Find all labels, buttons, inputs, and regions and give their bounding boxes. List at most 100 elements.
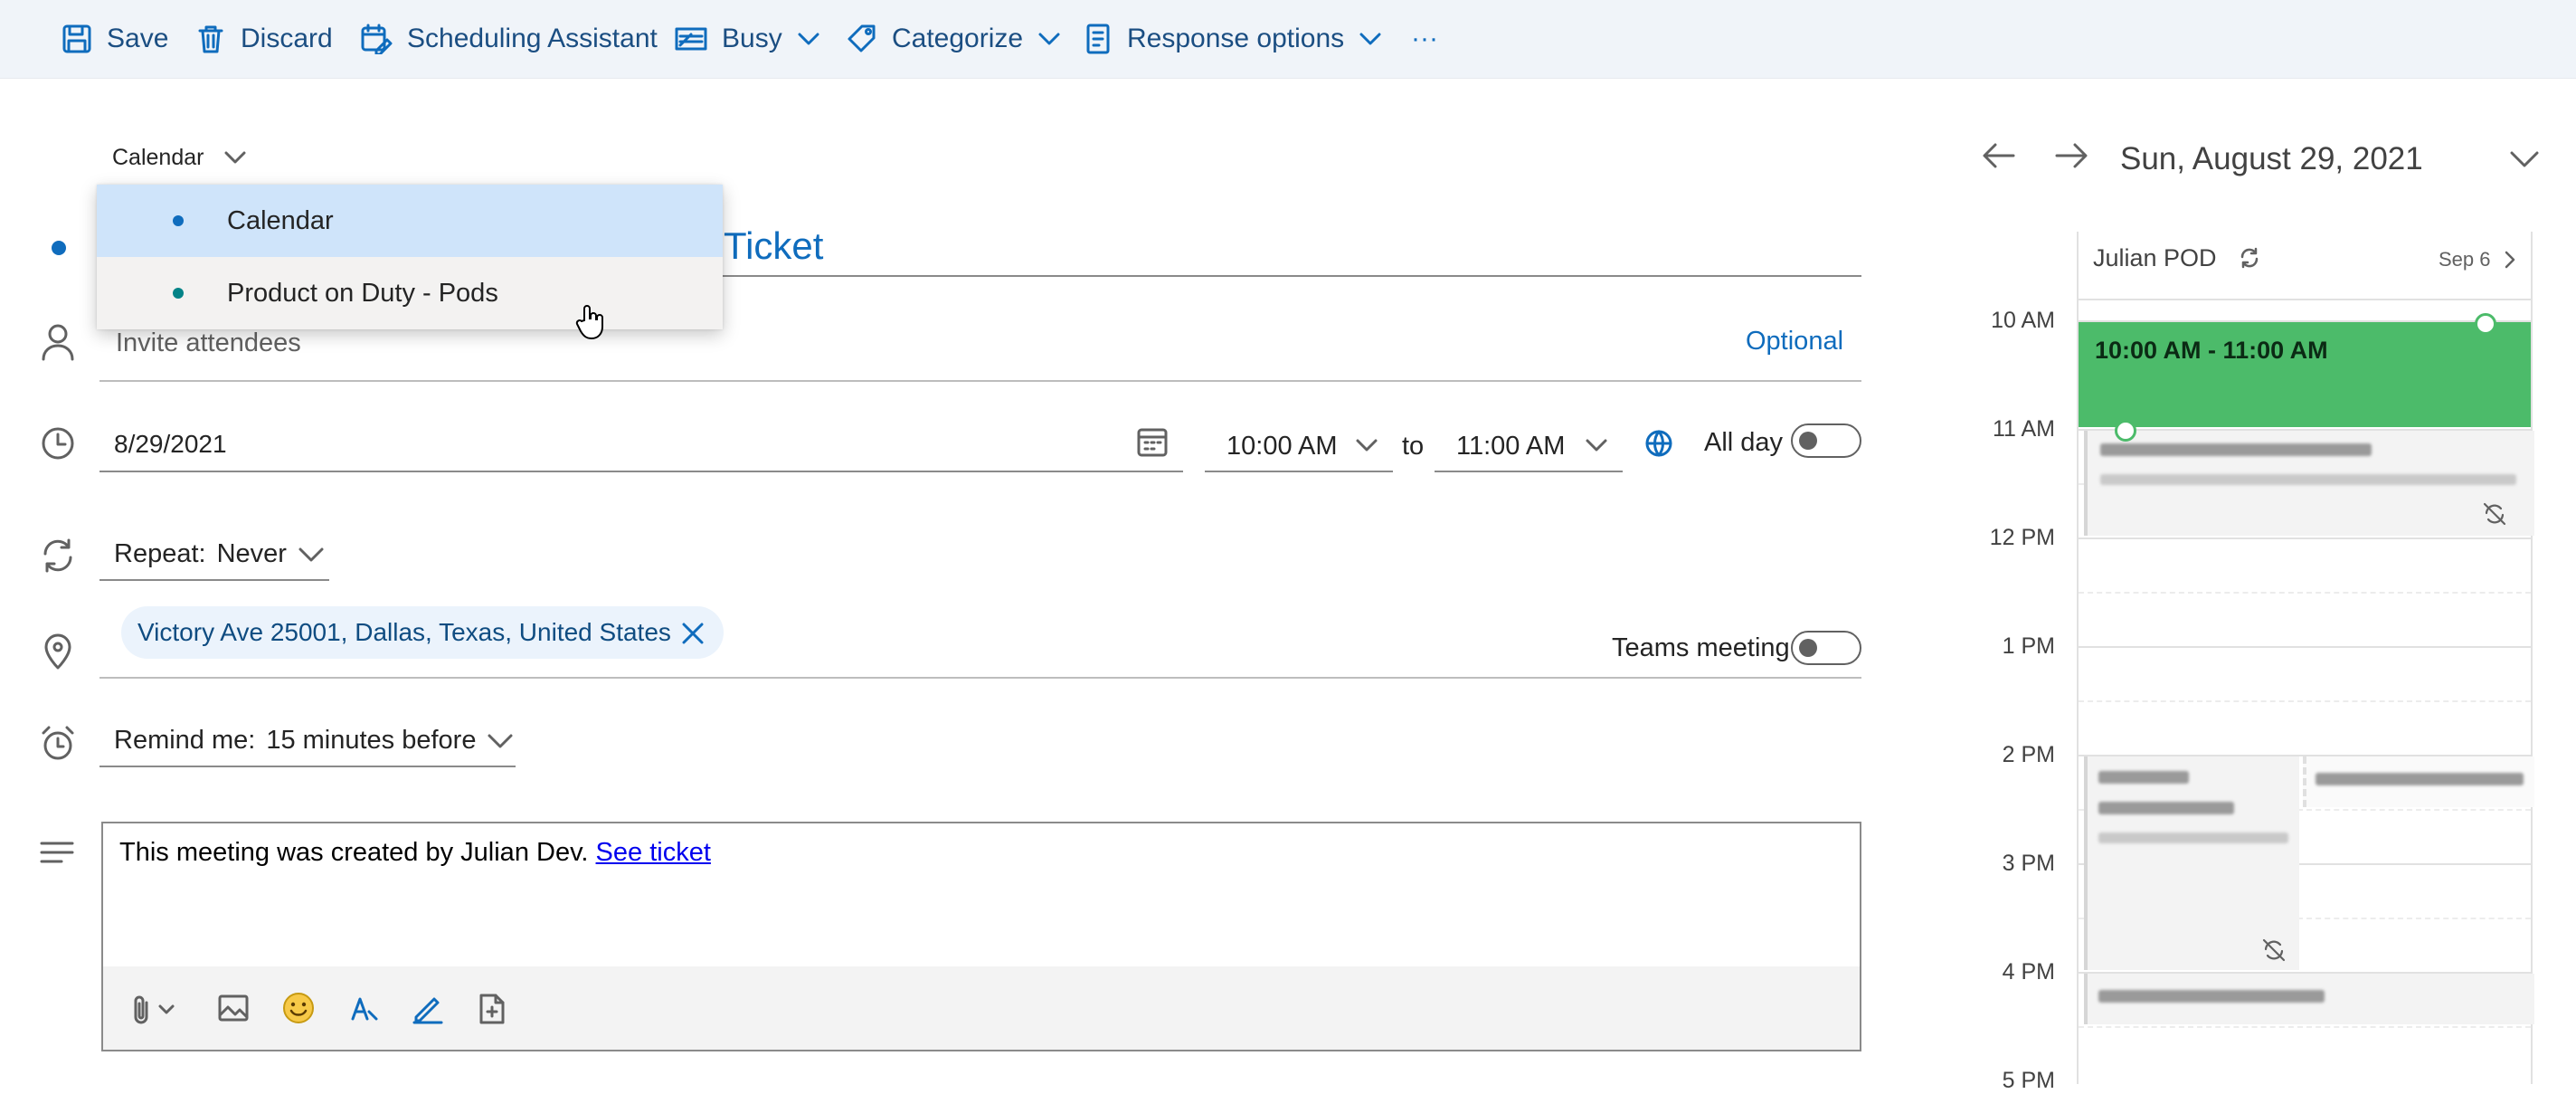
hand-cursor-icon: [575, 304, 604, 340]
to-label: to: [1402, 432, 1425, 461]
time-label: 4 PM: [2002, 959, 2055, 985]
remind-label: Remind me:: [114, 726, 256, 755]
sync-icon: [2238, 246, 2261, 270]
start-time-input[interactable]: 10:00 AM: [1226, 432, 1338, 461]
previous-day-button[interactable]: [1981, 141, 2017, 170]
teams-meeting-label: Teams meeting: [1612, 633, 1790, 662]
busy-status-icon: [675, 25, 707, 52]
calendar-name: Julian POD: [2093, 244, 2217, 271]
calendar-option-product-on-duty[interactable]: Product on Duty - Pods: [97, 257, 723, 329]
remove-location-close-icon[interactable]: [680, 621, 706, 646]
response-options-dropdown[interactable]: Response options: [1085, 0, 1382, 78]
calendar-selector-label: Calendar: [112, 144, 204, 170]
repeat-value: Never: [216, 539, 287, 568]
all-day-label: All day: [1704, 428, 1784, 457]
time-label: 10 AM: [1991, 308, 2055, 333]
person-icon: [38, 322, 78, 362]
body-text-content: This meeting was created by Julian Dev.: [119, 838, 589, 867]
new-event-block[interactable]: 10:00 AM - 11:00 AM: [2079, 322, 2531, 427]
end-time-input[interactable]: 11:00 AM: [1456, 432, 1565, 461]
invite-attendees-input[interactable]: Invite attendees: [116, 328, 301, 358]
chevron-down-icon: [157, 1004, 175, 1016]
teams-meeting-toggle[interactable]: [1791, 631, 1861, 665]
repeat-label: Repeat:: [114, 539, 206, 568]
more-options-button[interactable]: ···: [1411, 0, 1438, 78]
existing-event-blurred[interactable]: [2084, 974, 2534, 1024]
format-painter-icon[interactable]: [347, 992, 380, 1024]
insert-picture-icon[interactable]: [217, 994, 250, 1023]
blurred-text: [2100, 474, 2516, 485]
chevron-down-icon[interactable]: [1585, 438, 1608, 452]
time-label: 12 PM: [1989, 525, 2055, 550]
toggle-knob: [1799, 432, 1817, 450]
day-view-date-title[interactable]: Sun, August 29, 2021: [2120, 141, 2423, 177]
resize-handle-bottom[interactable]: [2115, 420, 2136, 442]
day-column-header: Julian POD Sep 6: [2079, 232, 2531, 300]
response-options-icon: [1085, 23, 1113, 55]
see-ticket-link[interactable]: See ticket: [596, 838, 711, 867]
event-title-input[interactable]: Ticket: [724, 224, 823, 268]
next-day-button[interactable]: [2053, 141, 2089, 170]
categorize-label: Categorize: [892, 24, 1024, 53]
more-icon: ···: [1411, 24, 1438, 53]
repeat-icon: [38, 536, 78, 576]
calendar-dropdown-menu: Calendar Product on Duty - Pods: [97, 185, 723, 329]
text-lines-icon: [38, 834, 78, 874]
emoji-icon[interactable]: [282, 992, 315, 1024]
all-day-toggle[interactable]: [1791, 423, 1861, 458]
insert-template-icon[interactable]: [478, 992, 508, 1026]
remind-value: 15 minutes before: [266, 726, 477, 755]
resize-handle-top[interactable]: [2475, 313, 2496, 335]
blurred-text: [2098, 771, 2189, 784]
chevron-down-icon: [223, 150, 247, 165]
calendar-color-dot: [173, 215, 184, 226]
reminder-dropdown[interactable]: Remind me: 15 minutes before: [114, 726, 514, 756]
sync-off-icon: [2482, 501, 2507, 527]
half-hour-line: [2079, 592, 2531, 594]
existing-event-blurred[interactable]: [2084, 756, 2299, 970]
location-chip[interactable]: Victory Ave 25001, Dallas, Texas, United…: [121, 606, 724, 659]
sync-off-icon: [2261, 937, 2287, 963]
hour-line: [2079, 537, 2531, 539]
repeat-underline: [99, 579, 329, 581]
chevron-down-icon[interactable]: [2509, 150, 2540, 168]
calendar-color-dot: [52, 241, 66, 255]
command-toolbar: Save Discard Scheduling Assistant Busy C…: [0, 0, 2576, 79]
blurred-text: [2098, 990, 2325, 1003]
toggle-knob: [1799, 639, 1817, 657]
time-label: 1 PM: [2002, 633, 2055, 659]
clock-icon: [38, 423, 78, 463]
trash-icon: [195, 24, 226, 54]
attendees-underline: [99, 380, 1861, 382]
signature-pen-icon[interactable]: [411, 992, 445, 1024]
calendar-option-label: Calendar: [227, 205, 334, 235]
scheduling-assistant-button[interactable]: Scheduling Assistant: [360, 0, 658, 78]
repeat-dropdown[interactable]: Repeat: Never: [114, 539, 325, 569]
calendar-selector[interactable]: Calendar: [112, 143, 247, 172]
paperclip-icon: [130, 994, 152, 1026]
categorize-dropdown[interactable]: Categorize: [847, 0, 1061, 78]
scheduling-label: Scheduling Assistant: [407, 24, 658, 53]
save-button[interactable]: Save: [62, 0, 168, 78]
attach-file-button[interactable]: [130, 994, 175, 1026]
existing-event-blurred[interactable]: [2084, 431, 2534, 536]
date-picker-icon[interactable]: [1136, 425, 1169, 458]
date-underline: [99, 471, 1183, 472]
busy-dropdown[interactable]: Busy: [675, 0, 820, 78]
calendar-option-calendar[interactable]: Calendar: [97, 185, 723, 257]
time-label: 3 PM: [2002, 851, 2055, 876]
half-hour-line: [2079, 1026, 2531, 1028]
time-label: 2 PM: [2002, 742, 2055, 767]
optional-attendees-link[interactable]: Optional: [1746, 327, 1843, 357]
discard-button[interactable]: Discard: [195, 0, 333, 78]
time-zone-globe-icon[interactable]: [1643, 427, 1675, 460]
location-underline: [99, 677, 1861, 679]
chevron-down-icon: [1359, 32, 1382, 46]
next-date-label[interactable]: Sep 6: [2439, 248, 2491, 271]
time-label: 5 PM: [2002, 1068, 2055, 1093]
start-date-input[interactable]: 8/29/2021: [114, 430, 227, 459]
chevron-right-icon[interactable]: [2504, 250, 2516, 270]
calendar-color-dot: [173, 288, 184, 299]
chevron-down-icon[interactable]: [1355, 438, 1378, 452]
existing-event-blurred[interactable]: [2303, 756, 2534, 807]
